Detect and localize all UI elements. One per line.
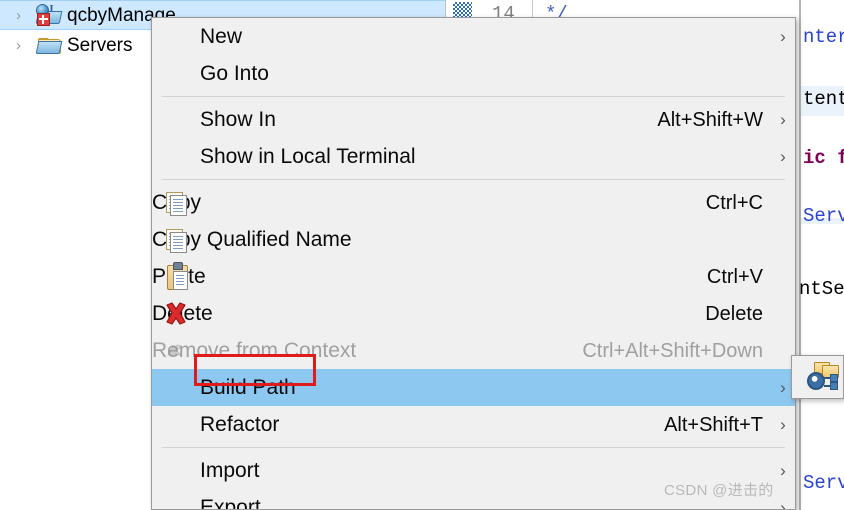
menu-item-label: Copy: [152, 192, 706, 213]
menu-item-delete[interactable]: Delete Delete ›: [152, 295, 795, 332]
menu-item-label: Show In: [200, 108, 276, 131]
menu-item-copy-qualified-name[interactable]: Copy Qualified Name ›: [152, 221, 795, 258]
menu-item-label: New: [200, 25, 243, 48]
menu-item-icon-blank: [152, 489, 200, 509]
copy-qualified-name-icon: [152, 221, 200, 258]
tree-item-label: Servers: [67, 34, 133, 56]
submenu-arrow-icon: ›: [780, 110, 786, 129]
code-fragment: Serv: [803, 205, 844, 227]
menu-item-icon-blank: [152, 18, 200, 55]
menu-item-label: Show in Local Terminal: [200, 145, 416, 168]
menu-item-label: Refactor: [200, 413, 280, 436]
menu-item-refactor[interactable]: Refactor Alt+Shift+T ›: [152, 406, 795, 443]
menu-item-accelerator: Ctrl+Alt+Shift+Down: [582, 339, 763, 362]
code-fragment: tent: [803, 88, 844, 110]
folder-icon: [35, 34, 63, 56]
menu-separator: [162, 96, 785, 97]
menu-item-icon-blank: [152, 369, 200, 406]
menu-item-accelerator: Ctrl+C: [705, 191, 763, 214]
menu-item-accelerator: Delete: [705, 302, 763, 325]
menu-item-icon-blank: [152, 452, 200, 489]
code-fragment: Serv: [803, 472, 844, 494]
code-fragment: nter: [803, 26, 844, 48]
menu-item-paste[interactable]: Paste Ctrl+V ›: [152, 258, 795, 295]
menu-item-copy[interactable]: Copy Ctrl+C ›: [152, 184, 795, 221]
java-web-project-icon: J: [35, 3, 63, 26]
menu-item-icon-blank: [152, 55, 200, 92]
menu-item-go-into[interactable]: Go Into ›: [152, 55, 795, 92]
menu-item-accelerator: Alt+Shift+T: [664, 413, 763, 436]
copy-icon: [152, 184, 200, 221]
menu-item-icon-blank: [152, 406, 200, 443]
menu-item-label: Remove from Context: [152, 339, 357, 362]
menu-separator: [162, 447, 785, 448]
menu-item-remove-from-context: Remove from Context Ctrl+Alt+Shift+Down …: [152, 332, 795, 369]
menu-item-accelerator: Ctrl+V: [706, 265, 763, 288]
code-fragment: ntSe: [799, 278, 844, 300]
configure-build-path-icon: [806, 360, 840, 394]
menu-item-label: Copy Qualified Name: [152, 228, 352, 251]
menu-item-label: Delete: [152, 302, 213, 325]
delete-x-icon: [152, 295, 200, 332]
remove-from-context-icon: [152, 332, 200, 369]
watermark-text: CSDN @进击的: [664, 482, 774, 499]
context-menu[interactable]: New › Go Into › Show In Alt+Shift+W › Sh…: [151, 17, 796, 510]
menu-item-new[interactable]: New ›: [152, 18, 795, 55]
expand-arrow-icon[interactable]: ›: [16, 38, 32, 53]
submenu-arrow-icon: ›: [780, 498, 786, 510]
menu-item-label: Go Into: [200, 62, 269, 85]
menu-item-label: Build Path: [200, 376, 296, 399]
menu-separator: [162, 179, 785, 180]
menu-item-icon-blank: [152, 138, 200, 175]
menu-item-icon-blank: [152, 101, 200, 138]
menu-item-show-in-local-terminal[interactable]: Show in Local Terminal ›: [152, 138, 795, 175]
build-path-submenu[interactable]: [791, 355, 844, 399]
menu-item-build-path[interactable]: Build Path ›: [152, 369, 795, 406]
menu-item-accelerator: Alt+Shift+W: [657, 108, 763, 131]
expand-arrow-icon[interactable]: ›: [16, 8, 32, 23]
submenu-arrow-icon: ›: [780, 461, 786, 480]
submenu-arrow-icon: ›: [780, 27, 786, 46]
submenu-arrow-icon: ›: [780, 147, 786, 166]
menu-item-label: Paste: [152, 266, 707, 287]
paste-icon: [152, 258, 200, 295]
submenu-arrow-icon: ›: [780, 415, 786, 434]
menu-item-show-in[interactable]: Show In Alt+Shift+W ›: [152, 101, 795, 138]
editor-right-area: [801, 0, 844, 510]
code-fragment: ic f: [803, 147, 844, 169]
menu-item-label: Import: [200, 459, 260, 482]
